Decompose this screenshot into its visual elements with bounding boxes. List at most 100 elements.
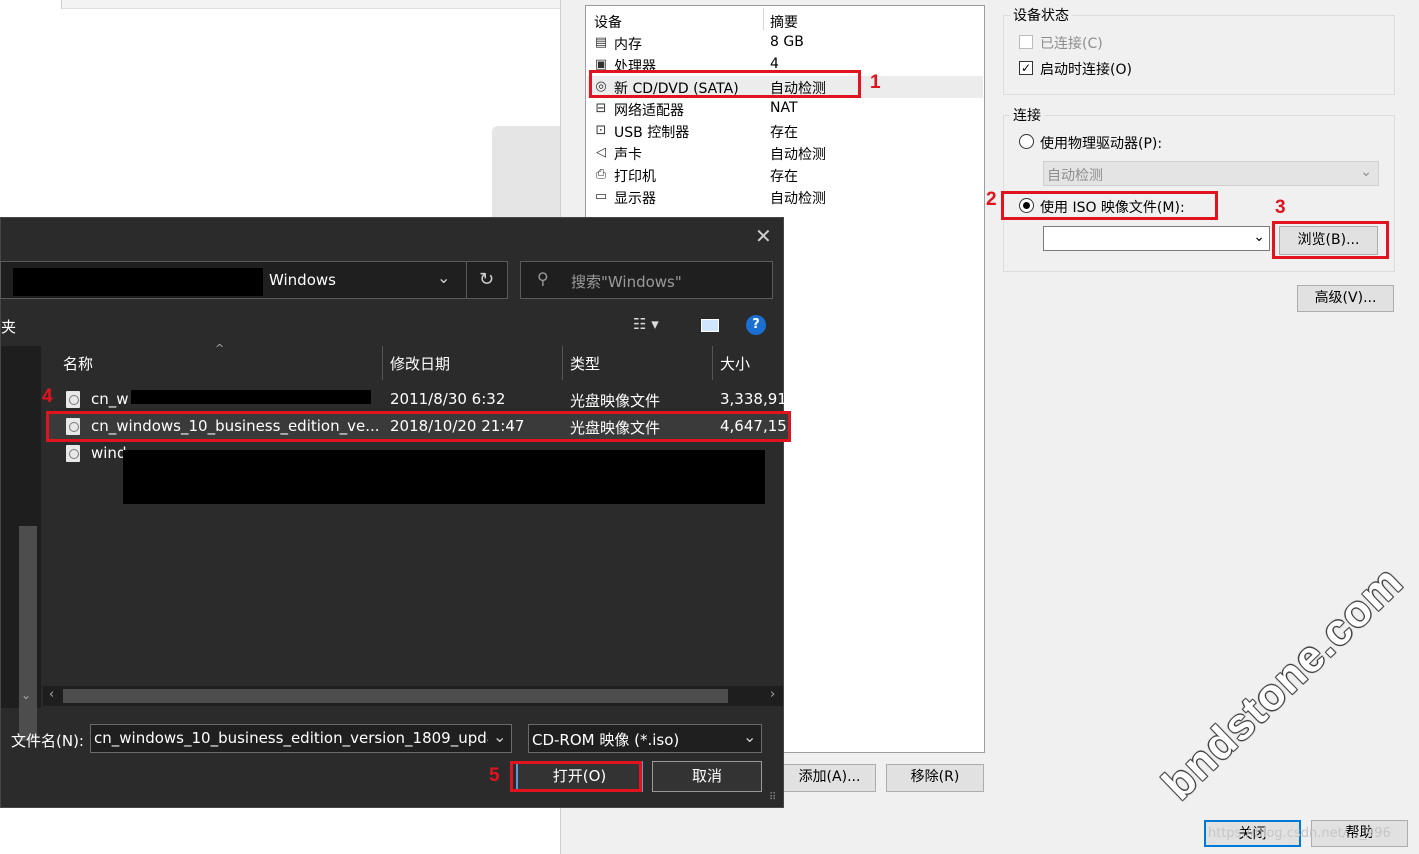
- annotation-box-4: [46, 411, 791, 442]
- chevron-down-icon[interactable]: ⌄: [437, 268, 450, 287]
- preview-pane-icon[interactable]: [701, 319, 719, 332]
- chevron-down-icon: ⌄: [1253, 229, 1265, 245]
- device-column-header[interactable]: 设备: [594, 12, 622, 32]
- column-divider: [382, 346, 383, 380]
- redacted-path: [13, 268, 263, 296]
- connect-at-power-on-label: 启动时连接(O): [1040, 62, 1132, 78]
- device-name: 网络适配器: [614, 103, 684, 119]
- resize-grip-icon[interactable]: ⠿: [769, 792, 776, 803]
- address-folder: Windows: [269, 271, 336, 289]
- connected-label: 已连接(C): [1040, 36, 1103, 52]
- add-button[interactable]: 添加(A)...: [783, 764, 876, 792]
- disc-image-file-icon: [66, 445, 80, 462]
- annotation-number-3: 3: [1275, 197, 1286, 218]
- device-summary: 存在: [770, 125, 798, 141]
- redacted-filename: [131, 390, 371, 404]
- connected-checkbox[interactable]: [1019, 35, 1033, 49]
- help-icon[interactable]: ?: [746, 315, 766, 335]
- file-type: 光盘映像文件: [570, 392, 661, 410]
- navigation-pane[interactable]: ⌄: [1, 346, 41, 741]
- network-icon: ⊟: [595, 101, 607, 116]
- annotation-number-5: 5: [489, 765, 500, 786]
- refresh-icon[interactable]: ↻: [479, 269, 494, 290]
- device-row-network[interactable]: ⊟ 网络适配器 NAT: [587, 98, 983, 120]
- file-open-dialog: ✕ Windows ⌄ ↻ ⚲ 搜索"Windows" 夹 ☷ ▾ ? ⌄ ^ …: [0, 217, 796, 808]
- nav-scrollbar-thumb[interactable]: [19, 526, 37, 741]
- device-name: 声卡: [614, 147, 642, 163]
- connection-title: 连接: [1010, 105, 1044, 125]
- address-bar[interactable]: Windows ⌄ ↻: [0, 261, 508, 299]
- usb-icon: ⊡: [595, 123, 607, 138]
- filename-value: cn_windows_10_business_edition_version_1…: [94, 729, 488, 747]
- filename-label: 文件名(N):: [11, 732, 84, 750]
- file-name: wind: [91, 444, 127, 462]
- search-icon: ⚲: [537, 269, 549, 288]
- file-size: 3,338,918: [720, 390, 797, 408]
- column-separator: [763, 8, 764, 30]
- speaker-icon: ◁: [596, 145, 606, 160]
- redacted-content: [123, 450, 765, 504]
- device-status-group: [1003, 15, 1395, 95]
- scroll-left-icon[interactable]: ‹: [49, 687, 54, 702]
- column-date[interactable]: 修改日期: [390, 353, 450, 374]
- remove-button[interactable]: 移除(R): [886, 764, 984, 792]
- annotation-number-2: 2: [986, 189, 997, 210]
- search-box[interactable]: ⚲ 搜索"Windows": [520, 261, 773, 299]
- column-name[interactable]: 名称: [63, 353, 93, 374]
- device-row-printer[interactable]: ⎙ 打印机 存在: [587, 164, 983, 186]
- view-menu-icon[interactable]: ☷ ▾: [633, 315, 659, 333]
- filename-input[interactable]: cn_windows_10_business_edition_version_1…: [90, 724, 512, 753]
- column-divider: [562, 346, 563, 380]
- memory-icon: ▤: [594, 35, 608, 50]
- watermark-url: https://blog.csdn.net/..._996: [1208, 826, 1391, 841]
- scrollbar-thumb[interactable]: [63, 689, 728, 703]
- monitor-icon: ▭: [594, 189, 608, 204]
- background-window-tab[interactable]: [0, 0, 62, 9]
- printer-icon: ⎙: [595, 167, 607, 182]
- file-row[interactable]: cn_w 2011/8/30 6:32 光盘映像文件 3,338,918: [46, 387, 796, 413]
- chevron-down-icon[interactable]: ⌄: [493, 727, 506, 746]
- file-name: cn_w: [91, 390, 129, 408]
- annotation-number-1: 1: [870, 72, 881, 93]
- device-name: USB 控制器: [614, 125, 690, 141]
- physical-drive-select[interactable]: 自动检测 ⌄: [1043, 161, 1379, 186]
- chevron-down-icon[interactable]: ⌄: [21, 688, 31, 702]
- device-name: 显示器: [614, 191, 656, 207]
- device-summary: 自动检测: [770, 191, 826, 207]
- device-summary: 8 GB: [770, 34, 804, 50]
- sort-up-icon: ^: [215, 342, 225, 355]
- summary-column-header[interactable]: 摘要: [770, 12, 798, 32]
- device-summary: NAT: [770, 100, 798, 116]
- column-size[interactable]: 大小: [720, 353, 750, 374]
- annotation-number-4: 4: [42, 386, 53, 407]
- device-name: 打印机: [614, 169, 656, 185]
- background-panel: [492, 126, 562, 221]
- device-summary: 存在: [770, 169, 798, 185]
- advanced-button[interactable]: 高级(V)...: [1297, 285, 1394, 312]
- device-row-usb[interactable]: ⊡ USB 控制器 存在: [587, 120, 983, 142]
- background-window-topbar: [0, 0, 560, 9]
- annotation-box-5: [510, 761, 642, 792]
- connect-at-power-on-checkbox[interactable]: ✓: [1019, 61, 1033, 75]
- device-row-memory[interactable]: ▤ 内存 8 GB: [587, 32, 983, 54]
- device-row-sound[interactable]: ◁ 声卡 自动检测: [587, 142, 983, 164]
- annotation-box-1: [589, 70, 861, 98]
- divider: [466, 262, 467, 298]
- device-summary: 自动检测: [770, 147, 826, 163]
- new-folder-button[interactable]: 夹: [1, 316, 16, 337]
- cancel-button[interactable]: 取消: [652, 761, 762, 792]
- chevron-down-icon[interactable]: ⌄: [743, 727, 756, 746]
- search-placeholder: 搜索"Windows": [571, 273, 682, 291]
- device-status-title: 设备状态: [1010, 5, 1072, 25]
- iso-path-combobox[interactable]: ⌄: [1043, 226, 1270, 251]
- physical-drive-value: 自动检测: [1047, 168, 1103, 184]
- physical-drive-radio[interactable]: [1019, 134, 1034, 149]
- column-divider: [712, 346, 713, 380]
- device-row-display[interactable]: ▭ 显示器 自动检测: [587, 186, 983, 208]
- horizontal-scrollbar[interactable]: ‹ ›: [43, 686, 783, 706]
- scroll-right-icon[interactable]: ›: [770, 687, 775, 702]
- column-type[interactable]: 类型: [570, 353, 600, 374]
- close-icon[interactable]: ✕: [755, 224, 772, 248]
- filetype-select[interactable]: CD-ROM 映像 (*.iso) ⌄: [528, 724, 762, 753]
- filetype-value: CD-ROM 映像 (*.iso): [532, 731, 680, 749]
